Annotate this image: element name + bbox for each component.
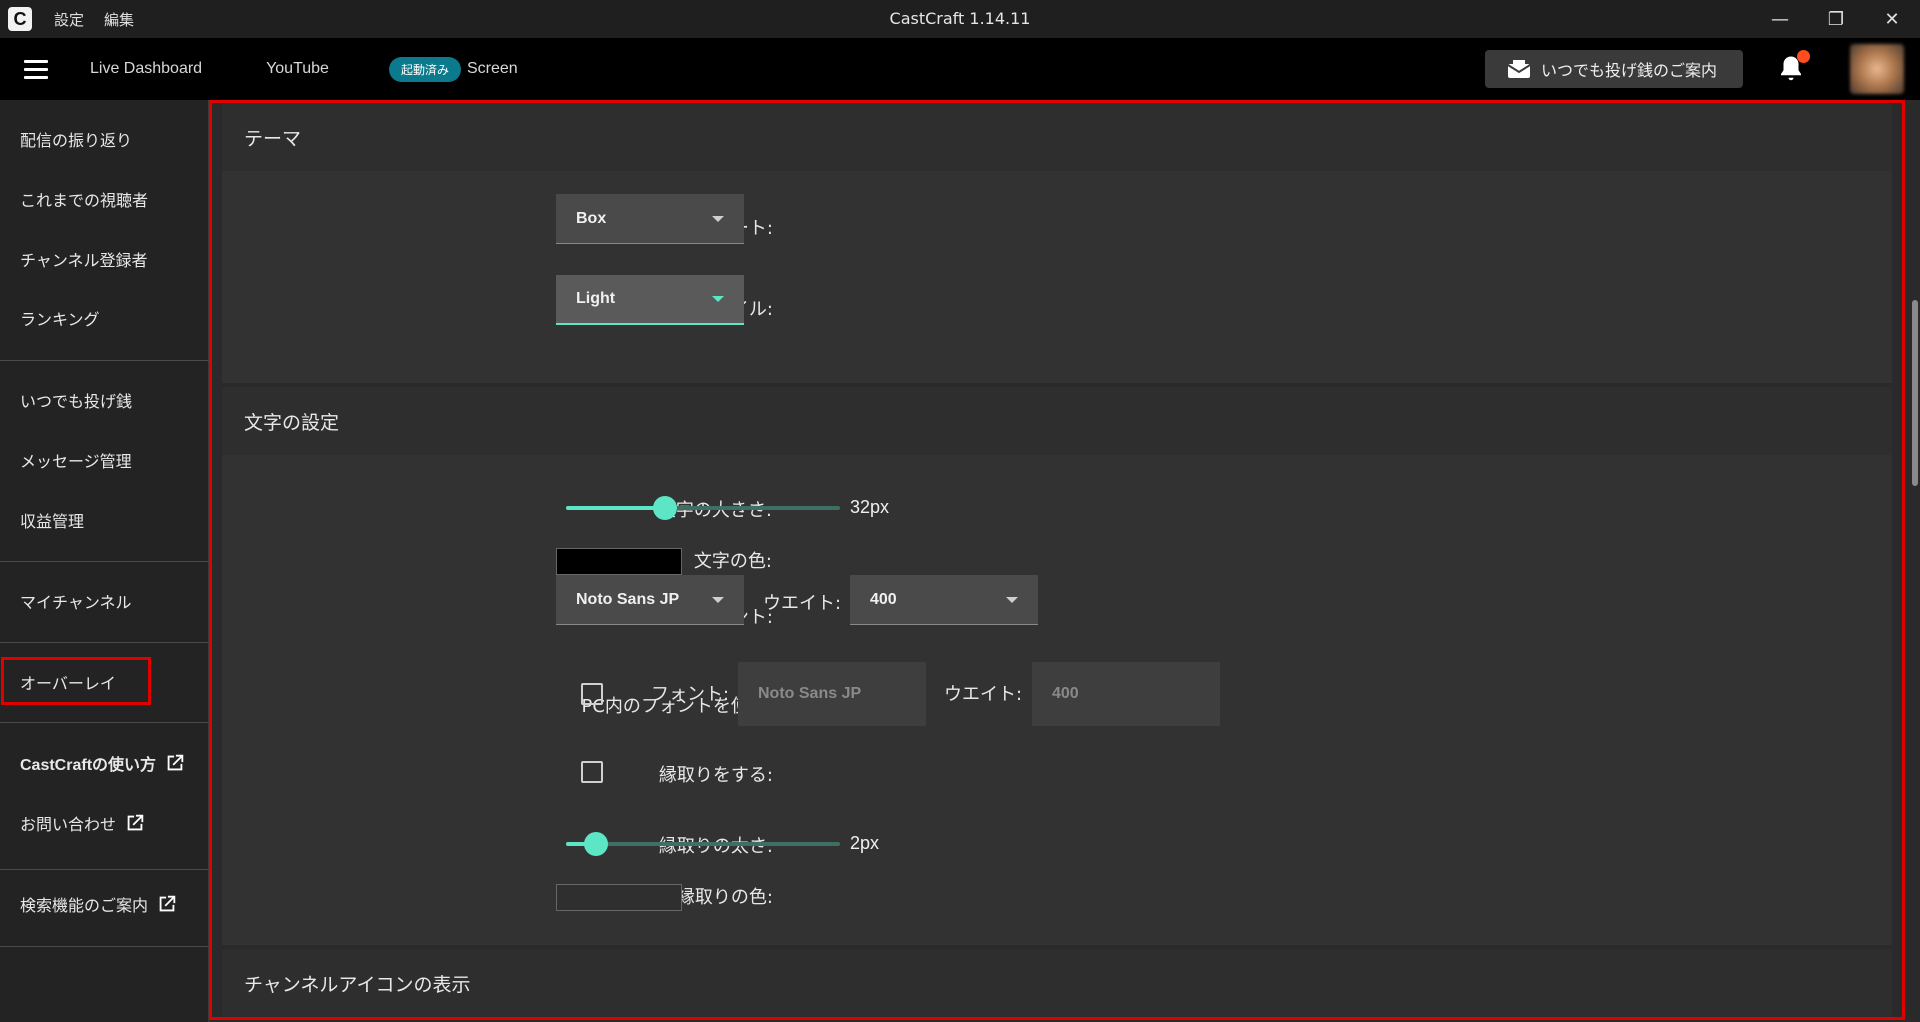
outline-checkbox[interactable] xyxy=(581,761,603,783)
sidebar-item-contact[interactable]: お問い合わせ xyxy=(20,811,146,835)
text-settings-section-body: 文字の大きさ: 32px 文字の色: フォント: Noto Sans JP ウエ… xyxy=(222,455,1892,945)
slider-thumb[interactable] xyxy=(584,832,609,856)
font-select[interactable]: Noto Sans JP xyxy=(556,575,744,625)
nav-screen[interactable]: 起動済み Screen xyxy=(388,56,518,82)
sidebar-item-how-to-use[interactable]: CastCraftの使い方 xyxy=(20,751,186,775)
pc-font-checkbox[interactable] xyxy=(581,683,603,705)
theme-section-title: テーマ xyxy=(222,103,1892,171)
app-logo-icon: C xyxy=(8,7,32,31)
minimize-icon[interactable]: — xyxy=(1752,0,1808,38)
notification-dot xyxy=(1797,50,1810,63)
external-link-icon xyxy=(167,754,184,771)
sidebar-item-message-management[interactable]: メッセージ管理 xyxy=(20,448,132,472)
sidebar-divider xyxy=(0,722,209,723)
weight-value: 400 xyxy=(870,590,897,608)
weight-select[interactable]: 400 xyxy=(850,575,1038,625)
base-template-value: Box xyxy=(576,209,607,227)
restore-icon[interactable]: ❐ xyxy=(1808,0,1864,38)
sidebar-item-revenue[interactable]: 収益管理 xyxy=(20,508,84,532)
font-value: Noto Sans JP xyxy=(576,590,680,608)
chevron-down-icon xyxy=(712,296,724,302)
sidebar-divider xyxy=(0,360,209,361)
sidebar-divider xyxy=(0,561,209,562)
outline-label: 縁取りをする: xyxy=(658,765,773,786)
avatar[interactable] xyxy=(1850,44,1904,94)
sidebar-item-label: CastCraftの使い方 xyxy=(20,757,157,774)
text-settings-section-title: 文字の設定 xyxy=(222,387,1892,455)
chevron-down-icon xyxy=(1006,596,1018,603)
sidebar-divider xyxy=(0,869,209,870)
scrollbar[interactable] xyxy=(1912,300,1918,486)
pc-font-weight-label: ウエイト: xyxy=(944,684,1023,705)
close-icon[interactable]: ✕ xyxy=(1864,0,1920,38)
hamburger-menu-icon[interactable] xyxy=(24,59,72,79)
top-navbar: Live Dashboard YouTube 起動済み Screen いつでも投… xyxy=(0,38,1920,100)
channel-icon-section-title: チャンネルアイコンの表示 xyxy=(222,949,1892,1017)
sidebar-item-label: 検索機能のご案内 xyxy=(20,896,149,915)
chevron-down-icon xyxy=(712,215,724,222)
outline-width-value: 2px xyxy=(850,833,880,853)
external-link-icon xyxy=(159,895,176,912)
sidebar-item-stream-review[interactable]: 配信の振り返り xyxy=(20,127,132,151)
text-size-value: 32px xyxy=(850,497,890,517)
sidebar-divider xyxy=(0,642,209,643)
overlay-highlight-box xyxy=(1,657,151,705)
envelope-icon xyxy=(1507,60,1531,78)
sidebar-item-label: お問い合わせ xyxy=(20,815,117,834)
slider-thumb[interactable] xyxy=(652,496,677,520)
donation-guide-label: いつでも投げ銭のご案内 xyxy=(1541,61,1718,80)
pc-font-weight-input[interactable]: 400 xyxy=(1032,662,1220,726)
base-style-select[interactable]: Light xyxy=(556,275,744,325)
title-bar: C 設定 編集 xyxy=(0,0,1920,38)
external-link-icon xyxy=(127,814,144,831)
sidebar-item-ranking[interactable]: ランキング xyxy=(20,306,100,330)
pc-font-weight-placeholder: 400 xyxy=(1052,685,1079,702)
overlay-settings-panel: テーマ ベーステンプレート: Box ベーススタイル: Light 文字の設定 … xyxy=(212,103,1902,1017)
outline-color-label: 縁取りの色: xyxy=(676,887,773,908)
sidebar-item-subscribers[interactable]: チャンネル登録者 xyxy=(20,247,148,271)
weight-label: ウエイト: xyxy=(763,593,842,614)
sidebar: 配信の振り返り これまでの視聴者 チャンネル登録者 ランキング いつでも投げ銭 … xyxy=(0,100,209,1022)
nav-youtube[interactable]: YouTube xyxy=(266,60,329,78)
pc-font-font-label: フォント: xyxy=(651,684,730,705)
outline-color-swatch[interactable] xyxy=(556,884,682,911)
slider-fill xyxy=(566,506,665,510)
window-controls: — ❐ ✕ xyxy=(1752,0,1920,38)
pc-font-font-input[interactable]: Noto Sans JP xyxy=(738,662,926,726)
text-color-swatch[interactable] xyxy=(556,548,682,575)
base-style-value: Light xyxy=(576,290,616,307)
menu-settings[interactable]: 設定 xyxy=(54,9,84,30)
pc-font-font-placeholder: Noto Sans JP xyxy=(758,685,862,702)
donation-guide-button[interactable]: いつでも投げ銭のご案内 xyxy=(1485,50,1743,88)
sidebar-divider xyxy=(0,946,209,947)
sidebar-item-past-viewers[interactable]: これまでの視聴者 xyxy=(20,187,148,211)
menu-edit[interactable]: 編集 xyxy=(104,9,134,30)
screen-status-badge: 起動済み xyxy=(388,56,461,82)
base-template-select[interactable]: Box xyxy=(556,194,744,244)
outline-width-slider[interactable] xyxy=(566,832,840,856)
text-color-label: 文字の色: xyxy=(693,551,772,572)
theme-section-body: ベーステンプレート: Box ベーススタイル: Light xyxy=(222,171,1892,383)
sidebar-item-anytime-donation[interactable]: いつでも投げ銭 xyxy=(20,388,132,412)
sidebar-item-my-channel[interactable]: マイチャンネル xyxy=(20,589,132,613)
text-size-slider[interactable] xyxy=(566,496,840,520)
nav-screen-label: Screen xyxy=(466,60,518,77)
chevron-down-icon xyxy=(712,596,724,603)
sidebar-item-search-guide[interactable]: 検索機能のご案内 xyxy=(20,892,178,916)
nav-live-dashboard[interactable]: Live Dashboard xyxy=(90,60,202,78)
